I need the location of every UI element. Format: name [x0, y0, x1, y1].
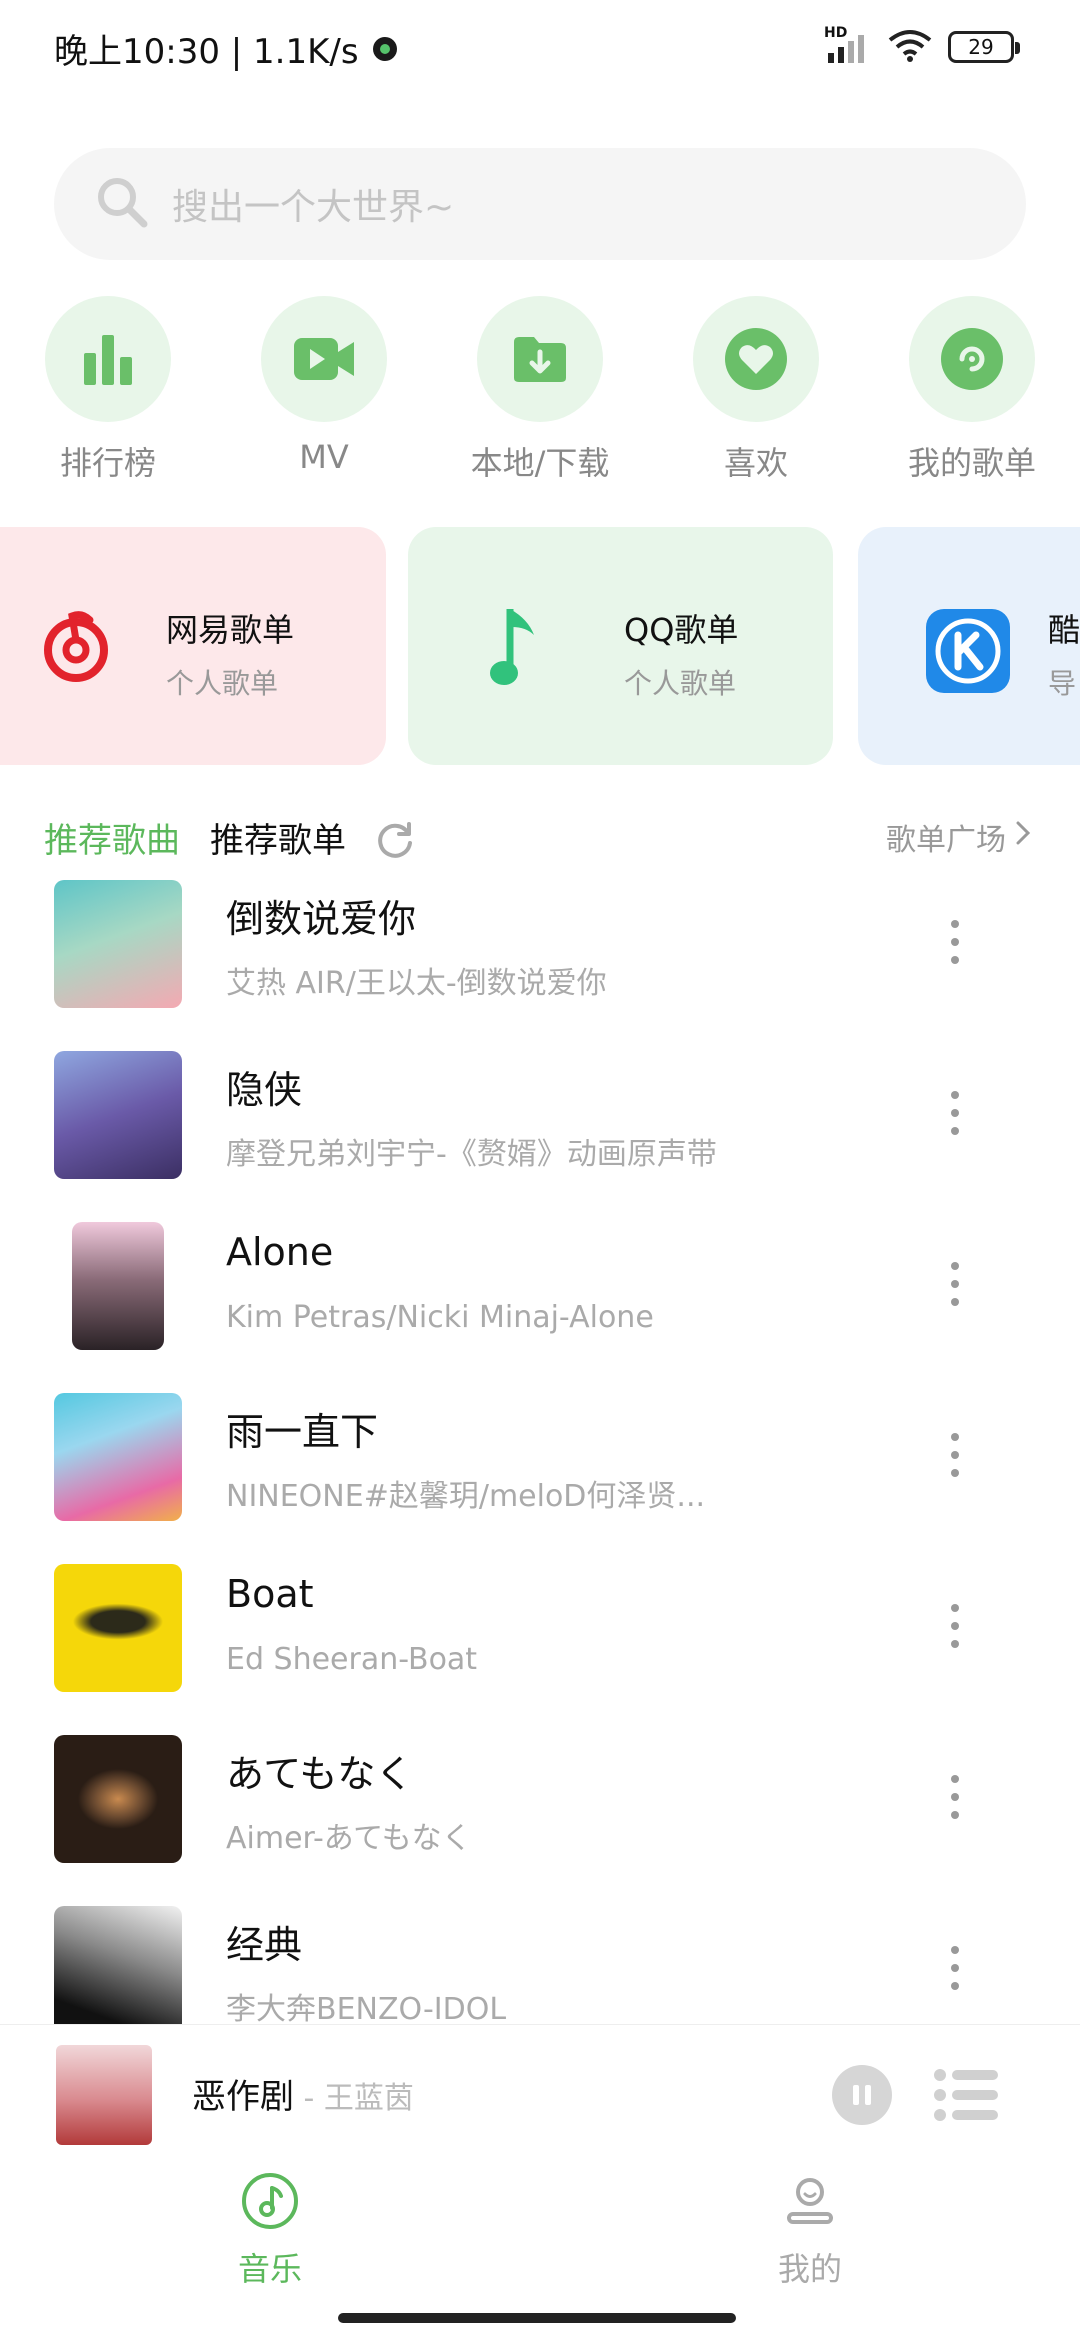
- quick-action-label: 排行榜: [59, 444, 156, 482]
- song-list: 倒数说爱你 艾热 AIR/王以太-倒数说爱你 隐侠 摩登兄弟刘宇宁-《赘婿》动画…: [0, 874, 1080, 2024]
- card-qq-playlist[interactable]: QQ歌单 个人歌单: [408, 527, 833, 765]
- album-cover: [54, 880, 182, 1008]
- card-subtitle: 个人歌单: [624, 667, 737, 700]
- song-artist: Ed Sheeran-Boat: [226, 1642, 478, 1677]
- playlist-queue-icon[interactable]: [934, 2067, 1000, 2127]
- status-right: HD 29: [824, 25, 1020, 66]
- battery-level: 29: [968, 35, 994, 59]
- quick-action-local-download[interactable]: 本地/下载: [455, 296, 625, 484]
- nav-tab-music[interactable]: 音乐: [170, 2172, 370, 2290]
- quick-action-mv[interactable]: MV: [239, 296, 409, 476]
- song-artist: 摩登兄弟刘宇宁-《赘婿》动画原声带: [226, 1137, 717, 1172]
- kugou-logo-icon: [926, 609, 1010, 697]
- disc-icon: [909, 296, 1035, 422]
- card-subtitle: 导: [1048, 667, 1077, 700]
- profile-icon: [781, 2172, 839, 2234]
- notification-app-icon: [372, 36, 397, 61]
- player-song-info: 恶作剧 - 王蓝茵: [192, 2069, 414, 2118]
- list-item[interactable]: 雨一直下 NINEONE#赵馨玥/meloD何泽贤...: [0, 1387, 1080, 1558]
- list-item[interactable]: Boat Ed Sheeran-Boat: [0, 1558, 1080, 1729]
- card-kugou-playlist[interactable]: 酷 导: [858, 527, 1080, 765]
- recommend-section-header: 推荐歌曲 推荐歌单 歌单广场: [0, 805, 1080, 865]
- playlist-plaza-link[interactable]: 歌单广场: [886, 815, 1032, 859]
- album-cover: [54, 1906, 182, 2024]
- status-time-speed: 晚上10:30 | 1.1K/s: [54, 32, 359, 72]
- netease-logo-icon: [38, 610, 114, 690]
- list-item[interactable]: 倒数说爱你 艾热 AIR/王以太-倒数说爱你: [0, 874, 1080, 1045]
- more-options-icon[interactable]: [950, 1262, 960, 1312]
- search-placeholder: 搜出一个大世界~: [172, 187, 455, 228]
- song-artist: Aimer-あてもなく: [226, 1821, 472, 1856]
- chart-bars-icon: [45, 296, 171, 422]
- player-song-title: 恶作剧: [192, 2077, 294, 2117]
- quick-action-charts[interactable]: 排行榜: [23, 296, 193, 484]
- home-indicator: [338, 2313, 736, 2323]
- status-bar: 晚上10:30 | 1.1K/s HD 29: [0, 0, 1080, 96]
- song-title: 倒数说爱你: [226, 897, 417, 941]
- more-options-icon[interactable]: [950, 1433, 960, 1483]
- song-title: あてもなく: [226, 1752, 414, 1796]
- quick-action-favorites[interactable]: 喜欢: [671, 296, 841, 484]
- list-item[interactable]: Alone Kim Petras/Nicki Minaj-Alone: [0, 1216, 1080, 1387]
- song-title: Alone: [226, 1230, 334, 1274]
- folder-download-icon: [477, 296, 603, 422]
- nav-tab-mine[interactable]: 我的: [710, 2172, 910, 2290]
- status-left: 晚上10:30 | 1.1K/s: [54, 24, 397, 73]
- heart-icon: [693, 296, 819, 422]
- album-cover: [72, 1222, 164, 1350]
- tab-recommended-songs[interactable]: 推荐歌曲: [44, 813, 180, 862]
- card-title: QQ歌单: [624, 611, 739, 649]
- quick-action-label: 喜欢: [723, 444, 788, 482]
- album-cover: [54, 1564, 182, 1692]
- qq-music-logo-icon: [490, 605, 540, 695]
- card-title: 酷: [1048, 611, 1080, 649]
- more-options-icon[interactable]: [950, 920, 960, 970]
- quick-action-label: 我的歌单: [907, 444, 1036, 482]
- card-netease-playlist[interactable]: 网易歌单 个人歌单: [0, 527, 386, 765]
- song-artist: 艾热 AIR/王以太-倒数说爱你: [226, 966, 607, 1001]
- song-title: Boat: [226, 1572, 314, 1616]
- album-cover: [54, 1051, 182, 1179]
- battery-icon: 29: [948, 31, 1020, 63]
- playlist-plaza-label: 歌单广场: [886, 823, 1006, 858]
- song-artist: 李大奔BENZO-IDOL: [226, 1992, 507, 2024]
- pause-button[interactable]: [832, 2065, 892, 2125]
- wifi-icon: [888, 28, 932, 66]
- list-item[interactable]: あてもなく Aimer-あてもなく: [0, 1729, 1080, 1900]
- list-item[interactable]: 隐侠 摩登兄弟刘宇宁-《赘婿》动画原声带: [0, 1045, 1080, 1216]
- mini-player[interactable]: 恶作剧 - 王蓝茵: [0, 2024, 1080, 2164]
- player-artist: - 王蓝茵: [294, 2081, 414, 2116]
- search-bar[interactable]: 搜出一个大世界~: [54, 148, 1026, 260]
- quick-actions: 排行榜 MV 本地/下载 喜欢 我的歌单: [0, 296, 1080, 486]
- song-title: 雨一直下: [226, 1410, 379, 1454]
- quick-action-label: 本地/下载: [470, 444, 610, 482]
- nav-tab-label: 音乐: [237, 2250, 302, 2288]
- video-camera-icon: [261, 296, 387, 422]
- more-options-icon[interactable]: [950, 1946, 960, 1996]
- search-icon: [94, 174, 150, 234]
- card-subtitle: 个人歌单: [166, 667, 279, 700]
- album-cover: [54, 1735, 182, 1863]
- quick-action-label: MV: [299, 438, 349, 476]
- card-title: 网易歌单: [166, 611, 295, 649]
- music-disc-icon: [241, 2172, 299, 2234]
- more-options-icon[interactable]: [950, 1091, 960, 1141]
- chevron-right-icon: [1014, 818, 1032, 856]
- signal-icon: HD: [824, 25, 872, 65]
- song-artist: NINEONE#赵馨玥/meloD何泽贤...: [226, 1479, 706, 1514]
- more-options-icon[interactable]: [950, 1775, 960, 1825]
- album-cover: [54, 1393, 182, 1521]
- quick-action-my-playlists[interactable]: 我的歌单: [887, 296, 1057, 484]
- refresh-icon[interactable]: [374, 819, 416, 865]
- player-album-cover: [56, 2045, 152, 2145]
- song-title: 经典: [226, 1923, 303, 1967]
- platform-cards: 网易歌单 个人歌单 QQ歌单 个人歌单 酷 导: [0, 527, 1080, 765]
- list-item[interactable]: 经典 李大奔BENZO-IDOL: [0, 1900, 1080, 2024]
- song-artist: Kim Petras/Nicki Minaj-Alone: [226, 1300, 654, 1335]
- song-title: 隐侠: [226, 1068, 303, 1112]
- more-options-icon[interactable]: [950, 1604, 960, 1654]
- tab-recommended-playlists[interactable]: 推荐歌单: [210, 813, 346, 862]
- nav-tab-label: 我的: [777, 2250, 842, 2288]
